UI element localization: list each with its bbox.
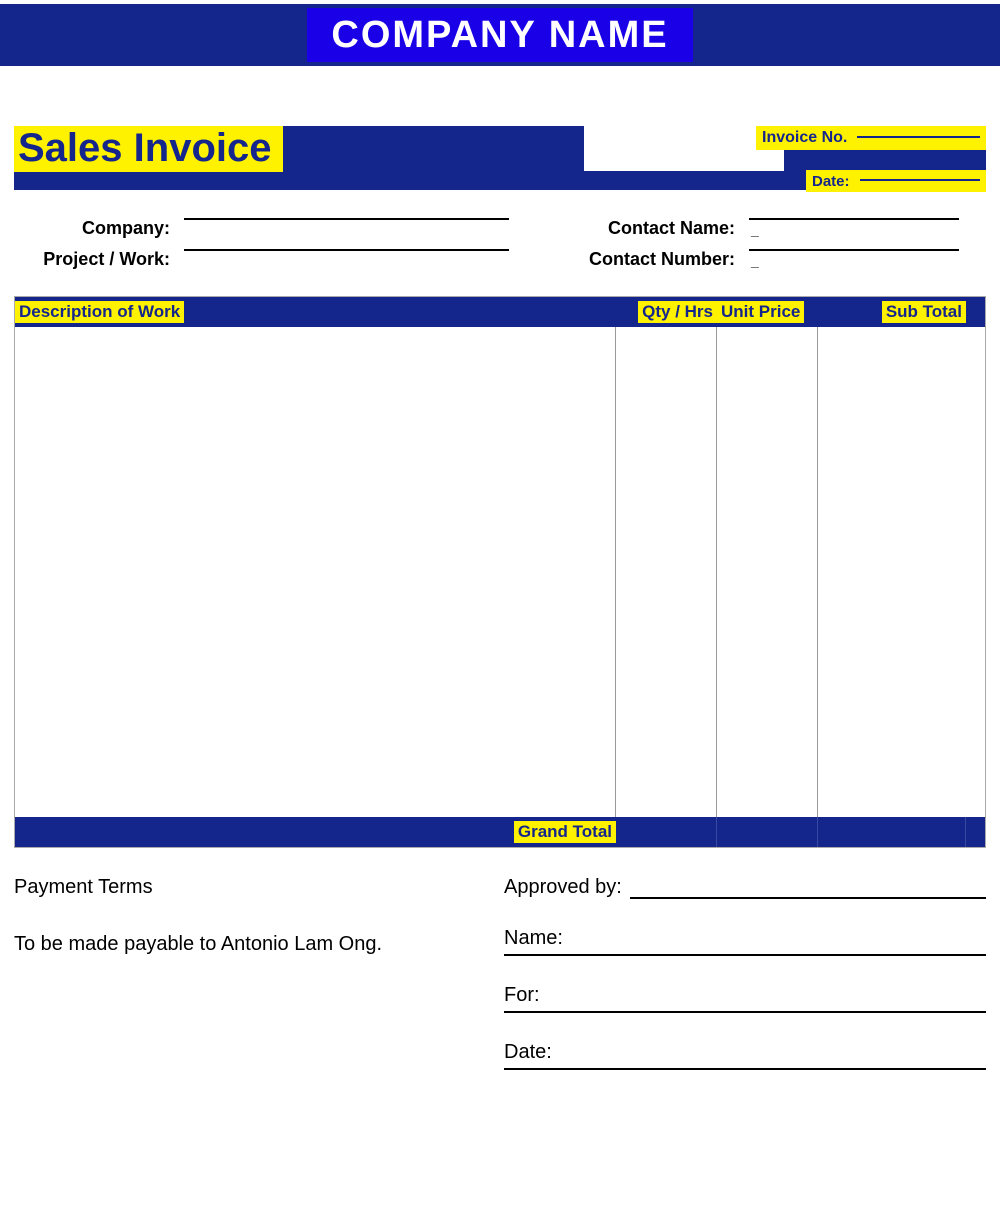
invoice-date-input[interactable] [860, 179, 980, 181]
invoice-date-label: Date: [812, 173, 850, 190]
for-row: For: [504, 984, 986, 1013]
contact-number-label: Contact Number: [584, 249, 749, 270]
contact-name-input[interactable] [749, 218, 959, 220]
header-description: Description of Work [15, 301, 184, 323]
col-unit-body[interactable] [717, 327, 818, 817]
company-contact-fields: Company: Contact Name: _ Project / Work:… [14, 218, 986, 270]
footer-date-label: Date: [504, 1041, 986, 1064]
payment-terms-title: Payment Terms [14, 876, 484, 899]
invoice-no-input[interactable] [857, 136, 980, 138]
company-name-box: COMPANY NAME [307, 8, 692, 62]
line-items-body[interactable] [15, 327, 985, 817]
footer-date-input[interactable] [504, 1068, 986, 1070]
title-bar-gap [584, 126, 784, 171]
invoice-no-label: Invoice No. [762, 129, 847, 147]
grand-total-qty-cell [616, 817, 717, 847]
payment-terms-block: Payment Terms To be made payable to Anto… [14, 876, 504, 1070]
line-items-table: Description of Work Qty / Hrs Unit Price… [14, 296, 986, 848]
project-label: Project / Work: [14, 249, 184, 270]
approved-by-label: Approved by: [504, 876, 630, 899]
row-company-contactname: Company: Contact Name: _ [14, 218, 986, 239]
sales-invoice-title: Sales Invoice [14, 126, 283, 172]
approval-block: Approved by: Name: For: Date: [504, 876, 986, 1070]
name-input[interactable] [504, 954, 986, 956]
row-project-contactnumber: Project / Work: Contact Number: _ [14, 249, 986, 270]
invoice-no-field: Invoice No. [756, 126, 986, 150]
grand-total-unit-cell [717, 817, 818, 847]
company-label: Company: [14, 218, 184, 239]
footer-section: Payment Terms To be made payable to Anto… [14, 876, 986, 1070]
invoice-title-area: Sales Invoice Invoice No. Date: [14, 126, 986, 190]
grand-total-value-cell [818, 817, 966, 847]
line-items-footer: Grand Total [15, 817, 985, 847]
company-input[interactable] [184, 218, 509, 220]
contact-number-input[interactable] [749, 249, 959, 251]
payment-terms-body: To be made payable to Antonio Lam Ong. [14, 933, 484, 956]
col-sub-body[interactable] [818, 327, 966, 817]
approved-by-row: Approved by: [504, 876, 986, 899]
contact-name-label: Contact Name: [584, 218, 749, 239]
name-label: Name: [504, 927, 986, 950]
col-qty-body[interactable] [616, 327, 717, 817]
header-unit-price: Unit Price [717, 301, 804, 323]
header-sub-total: Sub Total [882, 301, 966, 323]
invoice-date-field: Date: [806, 170, 986, 192]
col-description-body[interactable] [15, 327, 616, 817]
header-qty: Qty / Hrs [638, 301, 717, 323]
header-banner: COMPANY NAME [0, 4, 1000, 66]
company-name-text: COMPANY NAME [331, 14, 668, 57]
name-row: Name: [504, 927, 986, 956]
line-items-header: Description of Work Qty / Hrs Unit Price… [15, 297, 985, 327]
contact-number-dash: _ [751, 253, 959, 269]
grand-total-label: Grand Total [514, 821, 616, 843]
footer-date-row: Date: [504, 1041, 986, 1070]
for-input[interactable] [504, 1011, 986, 1013]
contact-name-dash: _ [751, 222, 959, 238]
approved-by-input[interactable] [630, 897, 986, 899]
project-input[interactable] [184, 249, 509, 251]
for-label: For: [504, 984, 986, 1007]
